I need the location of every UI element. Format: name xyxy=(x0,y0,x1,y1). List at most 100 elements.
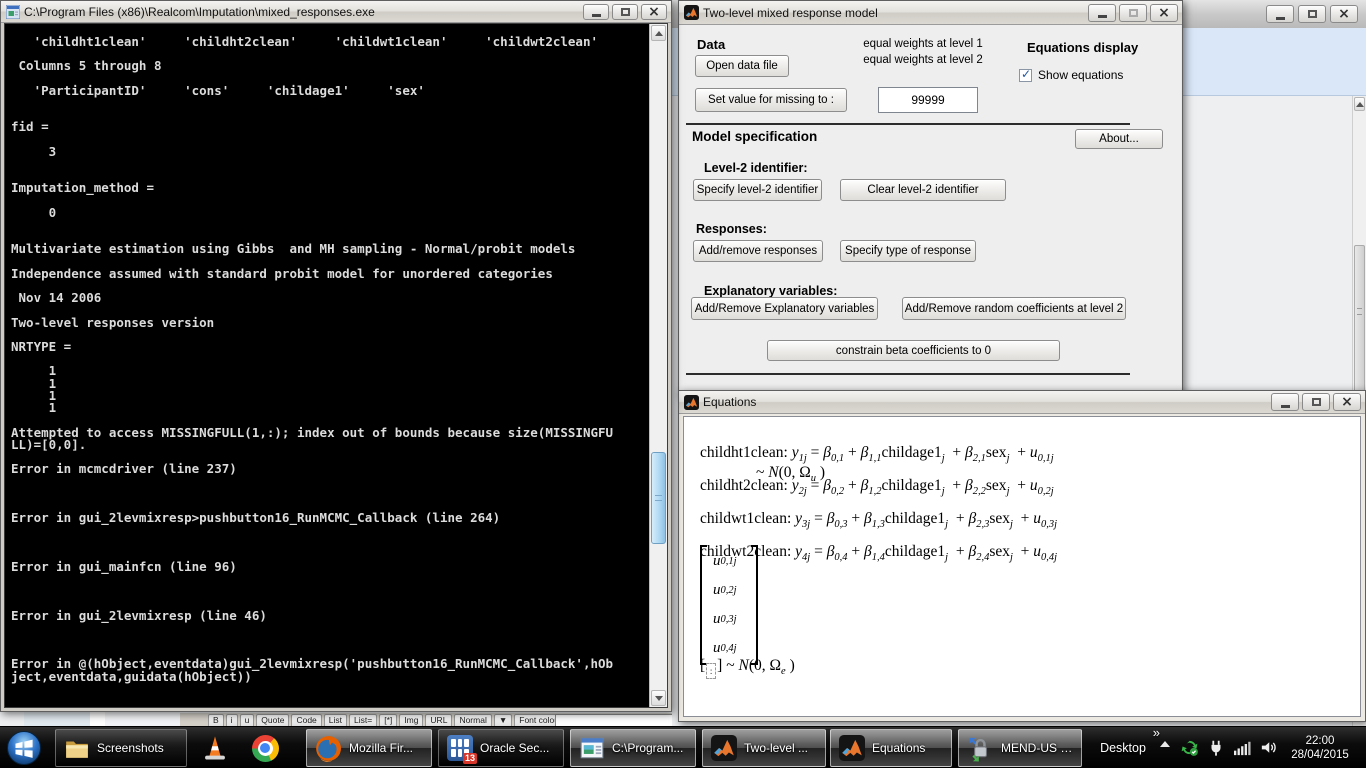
close-button[interactable] xyxy=(1333,393,1361,411)
specify-level2-button[interactable]: Specify level-2 identifier xyxy=(693,179,822,201)
maximize-button[interactable] xyxy=(1298,5,1326,23)
console-line: NRTYPE = xyxy=(11,341,649,353)
set-missing-value-button[interactable]: Set value for missing to : xyxy=(695,88,847,112)
taskbar-button-oracle[interactable]: 13 Oracle Sec... xyxy=(438,729,564,767)
close-button[interactable] xyxy=(1330,5,1358,23)
minimize-icon xyxy=(1276,17,1285,20)
oracle-grid-icon: 13 xyxy=(447,735,473,761)
console-line: Error in gui_mainfcn (line 96) xyxy=(11,561,649,573)
close-icon xyxy=(1338,5,1350,23)
weights-note-line1: equal weights at level 1 xyxy=(852,38,994,50)
equations-window-titlebar[interactable]: Equations xyxy=(679,391,1365,414)
console-line: Error in gui_2levmixresp (line 46) xyxy=(11,610,649,622)
sync-status-icon[interactable] xyxy=(1180,738,1199,757)
minimize-button[interactable] xyxy=(1266,5,1294,23)
taskbar-button-equations[interactable]: Equations xyxy=(830,729,952,767)
desktop: ✱ BiuQuoteCodeListList=[*]ImgURLNormal▼F… xyxy=(0,0,1366,768)
start-button[interactable] xyxy=(6,730,42,766)
specify-response-type-button[interactable]: Specify type of response xyxy=(840,240,976,262)
notification-badge: 13 xyxy=(463,753,477,764)
matlab-icon xyxy=(711,735,737,761)
editor-button[interactable]: Code xyxy=(291,714,321,726)
editor-button[interactable]: [*] xyxy=(379,714,397,726)
console-line: 'ParticipantID' 'cons' 'childage1' 'sex' xyxy=(11,85,649,97)
console-output: 'childht1clean' 'childht2clean' 'childwt… xyxy=(5,24,649,707)
show-equations-checkbox[interactable] xyxy=(1019,69,1032,82)
overflow-chevron[interactable]: » xyxy=(1153,725,1160,740)
arrow-down-icon xyxy=(655,696,663,701)
console-line xyxy=(11,329,649,341)
responses-label: Responses: xyxy=(696,222,767,236)
tray-arrow-icon xyxy=(1160,741,1170,747)
editor-button[interactable]: List= xyxy=(349,714,377,726)
taskbar-button-mendus[interactable]: MEND-US -... xyxy=(958,729,1082,767)
console-line: 'childht1clean' 'childht2clean' 'childwt… xyxy=(11,36,649,48)
residual-distribution: [:] ~ N(0, Ωe ) xyxy=(700,657,795,679)
console-line xyxy=(11,585,649,597)
scroll-down-button[interactable] xyxy=(651,690,666,706)
console-line xyxy=(11,634,649,646)
show-hidden-icons[interactable] xyxy=(1160,741,1170,747)
minimize-button[interactable] xyxy=(583,4,609,20)
close-button[interactable] xyxy=(1150,4,1178,22)
lock-sync-icon xyxy=(967,735,994,762)
speaker-icon[interactable] xyxy=(1259,738,1278,757)
editor-field[interactable] xyxy=(555,714,672,726)
console-line xyxy=(11,158,649,170)
taskbar-button-firefox[interactable]: Mozilla Fir... xyxy=(306,729,432,767)
clear-level2-button[interactable]: Clear level-2 identifier xyxy=(840,179,1006,201)
editor-button[interactable]: ▼ xyxy=(494,714,512,726)
close-button[interactable] xyxy=(641,4,667,20)
minimize-button[interactable] xyxy=(1088,4,1116,22)
show-equations-row: Show equations xyxy=(1019,68,1123,82)
console-titlebar[interactable]: C:\Program Files (x86)\Realcom\Imputatio… xyxy=(1,1,671,23)
scroll-up-button[interactable] xyxy=(1354,97,1365,111)
model-window-titlebar[interactable]: Two-level mixed response model xyxy=(679,1,1182,25)
editor-button[interactable]: List xyxy=(324,714,347,726)
console-line: Columns 5 through 8 xyxy=(11,60,649,72)
editor-button[interactable]: u xyxy=(240,714,255,726)
console-line xyxy=(11,536,649,548)
taskbar-button-vlc[interactable] xyxy=(192,729,238,767)
editor-button[interactable]: Quote xyxy=(256,714,289,726)
equations-content: childht1clean: y1j = β0,1 + β1,1childage… xyxy=(683,416,1361,717)
editor-button[interactable]: i xyxy=(226,714,238,726)
clock-date: 28/04/2015 xyxy=(1282,748,1358,762)
editor-button[interactable]: URL xyxy=(425,714,452,726)
console-line: 1 xyxy=(11,365,649,377)
network-signal-icon[interactable] xyxy=(1233,740,1251,756)
minimize-icon xyxy=(1098,15,1107,18)
clock-time: 22:00 xyxy=(1282,734,1358,748)
taskbar-button-chrome[interactable] xyxy=(242,729,288,767)
minimize-icon xyxy=(1281,405,1290,408)
maximize-icon xyxy=(1308,10,1317,18)
equations-window: Equations childht1clean: y1j = β0,1 + β1… xyxy=(678,390,1366,722)
maximize-button[interactable] xyxy=(1119,4,1147,22)
explanatory-variables-label: Explanatory variables: xyxy=(704,284,837,298)
left-bracket xyxy=(700,545,707,665)
taskbar-button-console[interactable]: C:\Program... xyxy=(570,729,696,767)
minimize-button[interactable] xyxy=(1271,393,1299,411)
scrollbar-thumb[interactable] xyxy=(651,452,666,544)
editor-button[interactable]: Normal xyxy=(454,714,491,726)
editor-button[interactable]: Img xyxy=(399,714,423,726)
constrain-beta-button[interactable]: constrain beta coefficients to 0 xyxy=(767,340,1060,361)
restore-button[interactable] xyxy=(1302,393,1330,411)
taskbar-clock[interactable]: 22:00 28/04/2015 xyxy=(1282,734,1358,768)
taskbar-button-screenshots[interactable]: Screenshots xyxy=(55,729,187,767)
editor-button[interactable]: B xyxy=(208,714,224,726)
desktop-toolbar[interactable]: Desktop » xyxy=(1088,729,1158,767)
add-explanatory-button[interactable]: Add/Remove Explanatory variables xyxy=(691,297,878,320)
add-random-coefficients-button[interactable]: Add/Remove random coefficients at level … xyxy=(902,297,1126,320)
power-plug-icon[interactable] xyxy=(1207,739,1225,757)
selection-box[interactable]: : xyxy=(706,663,716,679)
taskbar-button-model-window[interactable]: Two-level ... xyxy=(702,729,826,767)
scroll-up-button[interactable] xyxy=(651,25,666,41)
about-button[interactable]: About... xyxy=(1075,129,1163,149)
console-line xyxy=(11,353,649,365)
console-scrollbar[interactable] xyxy=(649,24,667,707)
missing-value-field[interactable] xyxy=(878,87,978,113)
add-remove-responses-button[interactable]: Add/remove responses xyxy=(693,240,823,262)
maximize-button[interactable] xyxy=(612,4,638,20)
open-data-file-button[interactable]: Open data file xyxy=(695,55,789,77)
